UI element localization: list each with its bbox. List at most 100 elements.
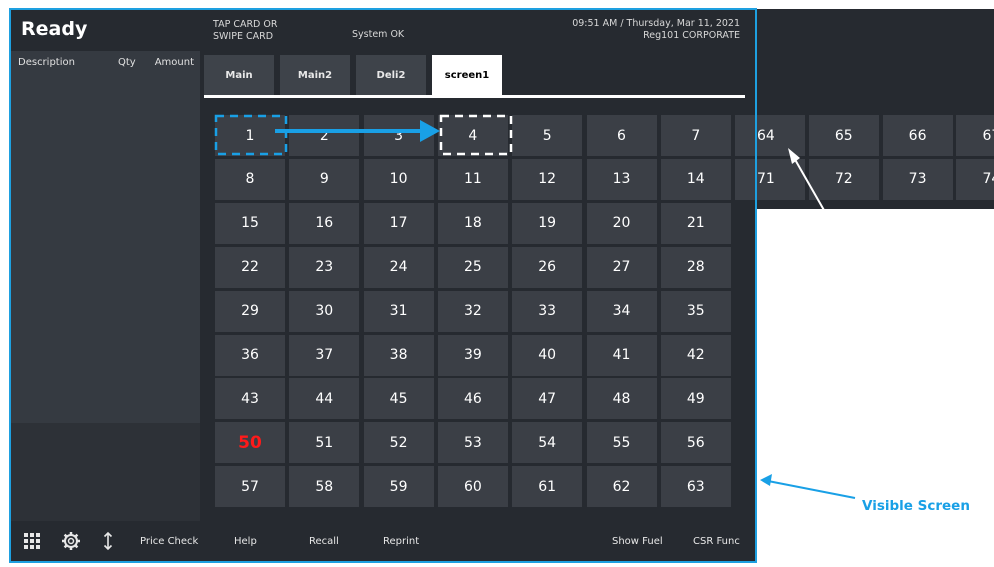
grid-button[interactable]: 8 <box>215 158 285 200</box>
grid-button[interactable]: 60 <box>437 466 508 508</box>
receipt-header: Description Qty Amount <box>10 51 200 81</box>
datetime: 09:51 AM / Thursday, Mar 11, 2021 <box>572 18 740 29</box>
grid-button[interactable]: 45 <box>363 378 434 420</box>
visible-pointer-line <box>767 480 856 499</box>
grid-button[interactable]: 21 <box>660 202 731 244</box>
grid-button[interactable]: 50 <box>215 422 285 464</box>
receipt-panel: Description Qty Amount <box>10 51 200 521</box>
grid-button[interactable]: 15 <box>215 202 285 244</box>
grid-button[interactable]: 5 <box>512 115 583 156</box>
grid-button[interactable]: 34 <box>586 290 657 332</box>
grid-button[interactable]: 49 <box>660 378 731 420</box>
grid-button[interactable]: 33 <box>512 290 583 332</box>
grid-button[interactable]: 22 <box>215 246 285 288</box>
grid-button[interactable]: 14 <box>660 158 731 200</box>
grid-button[interactable]: 13 <box>586 158 657 200</box>
grid-button[interactable]: 59 <box>363 466 434 508</box>
grid-button[interactable]: 57 <box>215 466 285 508</box>
offscreen-grid-button[interactable]: 64 <box>735 115 805 156</box>
help-button[interactable]: Help <box>234 521 257 562</box>
offscreen-grid-button[interactable]: 73 <box>882 158 953 200</box>
grid-button[interactable]: 24 <box>363 246 434 288</box>
tab-main2[interactable]: Main2 <box>280 55 350 95</box>
grid-button[interactable]: 35 <box>660 290 731 332</box>
grid-button[interactable]: 11 <box>437 158 508 200</box>
grid-button[interactable]: 47 <box>512 378 583 420</box>
grid-button[interactable]: 39 <box>437 334 508 376</box>
card-prompt: TAP CARD OR SWIPE CARD <box>213 19 293 43</box>
footer-bar: Price Check Help Recall Reprint Show Fue… <box>10 521 757 562</box>
system-status: System OK <box>352 29 405 40</box>
offscreen-grid-button[interactable]: 74 <box>956 158 994 200</box>
grid-button[interactable]: 23 <box>289 246 360 288</box>
grid-button[interactable]: 3 <box>363 115 434 156</box>
grid-button[interactable]: 1 <box>215 115 285 156</box>
grid-button[interactable]: 7 <box>660 115 731 156</box>
grid-button[interactable]: 26 <box>512 246 583 288</box>
grid-button[interactable]: 29 <box>215 290 285 332</box>
grid-button[interactable]: 48 <box>586 378 657 420</box>
grid-icon[interactable] <box>22 531 42 551</box>
grid-button[interactable]: 25 <box>437 246 508 288</box>
recall-button[interactable]: Recall <box>309 521 339 562</box>
register-label: Reg101 CORPORATE <box>643 30 740 41</box>
grid-button[interactable]: 56 <box>660 422 731 464</box>
grid-button[interactable]: 30 <box>289 290 360 332</box>
grid-button[interactable]: 16 <box>289 202 360 244</box>
grid-button[interactable]: 53 <box>437 422 508 464</box>
grid-button[interactable]: 17 <box>363 202 434 244</box>
grid-button[interactable]: 32 <box>437 290 508 332</box>
grid-button[interactable]: 43 <box>215 378 285 420</box>
grid-button[interactable]: 9 <box>289 158 360 200</box>
up-down-arrow-icon[interactable] <box>98 531 118 551</box>
tab-screen1[interactable]: screen1 <box>432 55 502 95</box>
grid-button[interactable]: 51 <box>289 422 360 464</box>
grid-button[interactable]: 46 <box>437 378 508 420</box>
grid-button[interactable]: 19 <box>512 202 583 244</box>
grid-button[interactable]: 41 <box>586 334 657 376</box>
reprint-button[interactable]: Reprint <box>383 521 419 562</box>
grid-button[interactable]: 28 <box>660 246 731 288</box>
header: Ready TAP CARD OR SWIPE CARD System OK 0… <box>10 9 757 51</box>
csr-func-button[interactable]: CSR Func <box>693 521 740 562</box>
grid-button[interactable]: 61 <box>512 466 583 508</box>
page-title: Ready <box>21 18 88 40</box>
receipt-col-qty: Qty <box>118 57 136 68</box>
grid-button[interactable]: 36 <box>215 334 285 376</box>
grid-button[interactable]: 2 <box>289 115 360 156</box>
grid-button[interactable]: 18 <box>437 202 508 244</box>
offscreen-annotation: Off-Screen Buttons Start New Grid <box>822 318 967 356</box>
price-check-button[interactable]: Price Check <box>140 521 198 562</box>
grid-button[interactable]: 10 <box>363 158 434 200</box>
grid-button[interactable]: 20 <box>586 202 657 244</box>
grid-button[interactable]: 6 <box>586 115 657 156</box>
grid-button[interactable]: 31 <box>363 290 434 332</box>
offscreen-grid-button[interactable]: 65 <box>808 115 879 156</box>
card-prompt-line1: TAP CARD OR <box>213 19 278 30</box>
grid-button[interactable]: 52 <box>363 422 434 464</box>
grid-button[interactable]: 27 <box>586 246 657 288</box>
tab-deli2[interactable]: Deli2 <box>356 55 426 95</box>
offscreen-grid-button[interactable]: 67 <box>956 115 994 156</box>
grid-button[interactable]: 62 <box>586 466 657 508</box>
visible-pointer-head <box>760 474 772 486</box>
grid-button[interactable]: 42 <box>660 334 731 376</box>
tab-main[interactable]: Main <box>204 55 274 95</box>
grid-button[interactable]: 54 <box>512 422 583 464</box>
offscreen-grid-button[interactable]: 71 <box>735 158 805 200</box>
tab-underline <box>204 95 745 98</box>
offscreen-grid-button[interactable]: 72 <box>808 158 879 200</box>
grid-button[interactable]: 40 <box>512 334 583 376</box>
grid-button[interactable]: 12 <box>512 158 583 200</box>
grid-button[interactable]: 37 <box>289 334 360 376</box>
grid-button[interactable]: 4 <box>437 115 508 156</box>
show-fuel-button[interactable]: Show Fuel <box>612 521 663 562</box>
receipt-col-description: Description <box>18 57 75 68</box>
grid-button[interactable]: 58 <box>289 466 360 508</box>
grid-button[interactable]: 38 <box>363 334 434 376</box>
grid-button[interactable]: 44 <box>289 378 360 420</box>
gear-icon[interactable] <box>61 531 81 551</box>
grid-button[interactable]: 55 <box>586 422 657 464</box>
grid-button[interactable]: 63 <box>660 466 731 508</box>
offscreen-grid-button[interactable]: 66 <box>882 115 953 156</box>
